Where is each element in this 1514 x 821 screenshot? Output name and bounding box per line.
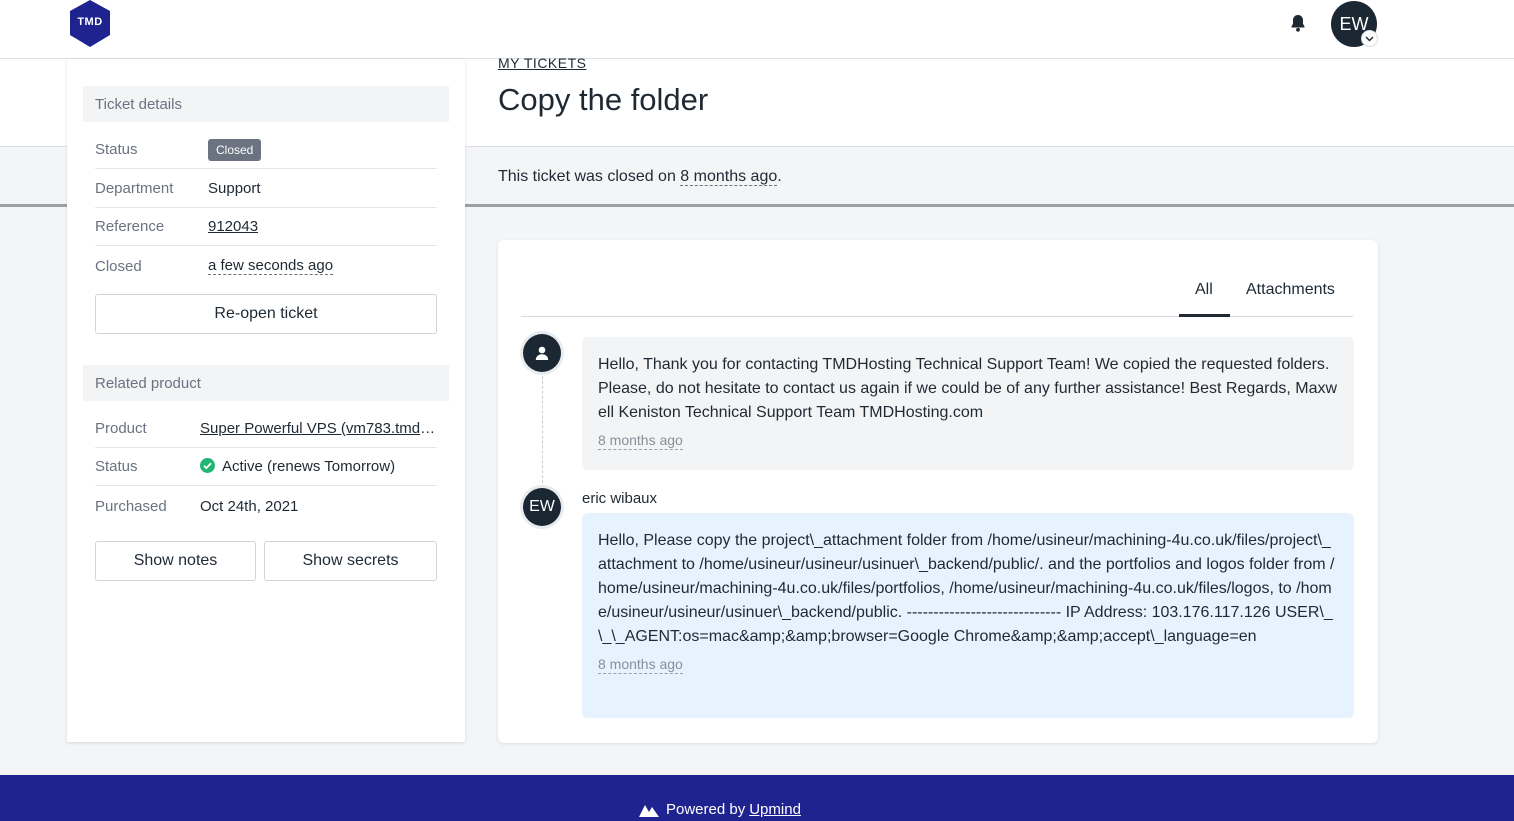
upmind-link[interactable]: Upmind bbox=[749, 801, 801, 818]
footer: Powered by Upmind bbox=[0, 775, 1514, 821]
product-link[interactable]: Super Powerful VPS (vm783.tmdhosting.com… bbox=[200, 420, 437, 437]
breadcrumb-my-tickets[interactable]: MY TICKETS bbox=[498, 55, 587, 71]
product-row: Product Super Powerful VPS (vm783.tmdhos… bbox=[95, 410, 437, 448]
notice-suffix: . bbox=[777, 168, 782, 185]
product-label: Product bbox=[95, 420, 147, 437]
logo-text: TMD bbox=[77, 16, 103, 28]
check-circle-icon bbox=[200, 458, 215, 473]
user-icon bbox=[535, 346, 549, 360]
related-product-heading: Related product bbox=[83, 365, 449, 401]
customer-avatar: EW bbox=[523, 488, 561, 526]
reference-link[interactable]: 912043 bbox=[208, 218, 258, 235]
staff-avatar bbox=[523, 334, 561, 372]
show-notes-button[interactable]: Show notes bbox=[95, 541, 256, 581]
tab-all[interactable]: All bbox=[1195, 281, 1213, 299]
timeline-line bbox=[542, 371, 543, 493]
message-time: 8 months ago bbox=[598, 432, 683, 450]
ticket-sidebar: Ticket details Status Closed Department … bbox=[67, 59, 465, 742]
message-bubble-customer: Hello, Please copy the project\_attachme… bbox=[582, 513, 1354, 718]
purchased-label: Purchased bbox=[95, 497, 167, 515]
closed-notice: This ticket was closed on 8 months ago. bbox=[498, 168, 782, 186]
closed-label: Closed bbox=[95, 257, 142, 275]
reference-label: Reference bbox=[95, 218, 165, 235]
top-bar: TMD EW bbox=[0, 0, 1514, 59]
message-text: Hello, Please copy the project\_attachme… bbox=[598, 532, 1335, 645]
message-author: eric wibaux bbox=[582, 490, 658, 507]
ticket-details-heading: Ticket details bbox=[83, 86, 449, 122]
message-time: 8 months ago bbox=[598, 656, 683, 674]
closed-row: Closed a few seconds ago bbox=[95, 247, 437, 285]
tmd-logo[interactable]: TMD bbox=[66, 0, 114, 48]
product-status-suffix: ) bbox=[390, 458, 396, 475]
powered-by-text: Powered by bbox=[666, 801, 746, 818]
tab-active-indicator bbox=[1179, 314, 1230, 317]
notice-time: 8 months ago bbox=[680, 168, 778, 186]
show-secrets-button[interactable]: Show secrets bbox=[264, 541, 437, 581]
upmind-logo-icon bbox=[639, 804, 659, 817]
purchased-value: Oct 24th, 2021 bbox=[200, 497, 299, 515]
bell-icon[interactable] bbox=[1288, 13, 1308, 33]
product-status-row: Status Active (renews Tomorrow) bbox=[95, 448, 437, 486]
customer-initials: EW bbox=[529, 498, 555, 515]
reopen-ticket-button[interactable]: Re-open ticket bbox=[95, 294, 437, 334]
product-status-prefix: Active (renews bbox=[222, 458, 325, 475]
tab-attachments[interactable]: Attachments bbox=[1246, 281, 1335, 299]
status-label: Status bbox=[95, 141, 138, 158]
product-status-label: Status bbox=[95, 458, 138, 475]
chevron-down-icon[interactable] bbox=[1361, 30, 1378, 47]
reference-row: Reference 912043 bbox=[95, 208, 437, 246]
status-row: Status Closed bbox=[95, 131, 437, 169]
product-renew-date: Tomorrow bbox=[324, 458, 391, 475]
page-title: Copy the folder bbox=[498, 82, 709, 117]
notice-prefix: This ticket was closed on bbox=[498, 168, 681, 185]
closed-value: a few seconds ago bbox=[208, 257, 334, 275]
message-text: Hello, Thank you for contacting TMDHosti… bbox=[598, 356, 1338, 421]
powered-by: Powered by Upmind bbox=[638, 801, 801, 818]
status-badge: Closed bbox=[208, 138, 262, 161]
department-value: Support bbox=[208, 180, 261, 197]
message-bubble-staff: Hello, Thank you for contacting TMDHosti… bbox=[582, 337, 1354, 470]
department-row: Department Support bbox=[95, 170, 437, 208]
department-label: Department bbox=[95, 180, 174, 197]
product-status-value: Active (renews Tomorrow) bbox=[200, 458, 395, 475]
purchased-row: Purchased Oct 24th, 2021 bbox=[95, 487, 437, 525]
